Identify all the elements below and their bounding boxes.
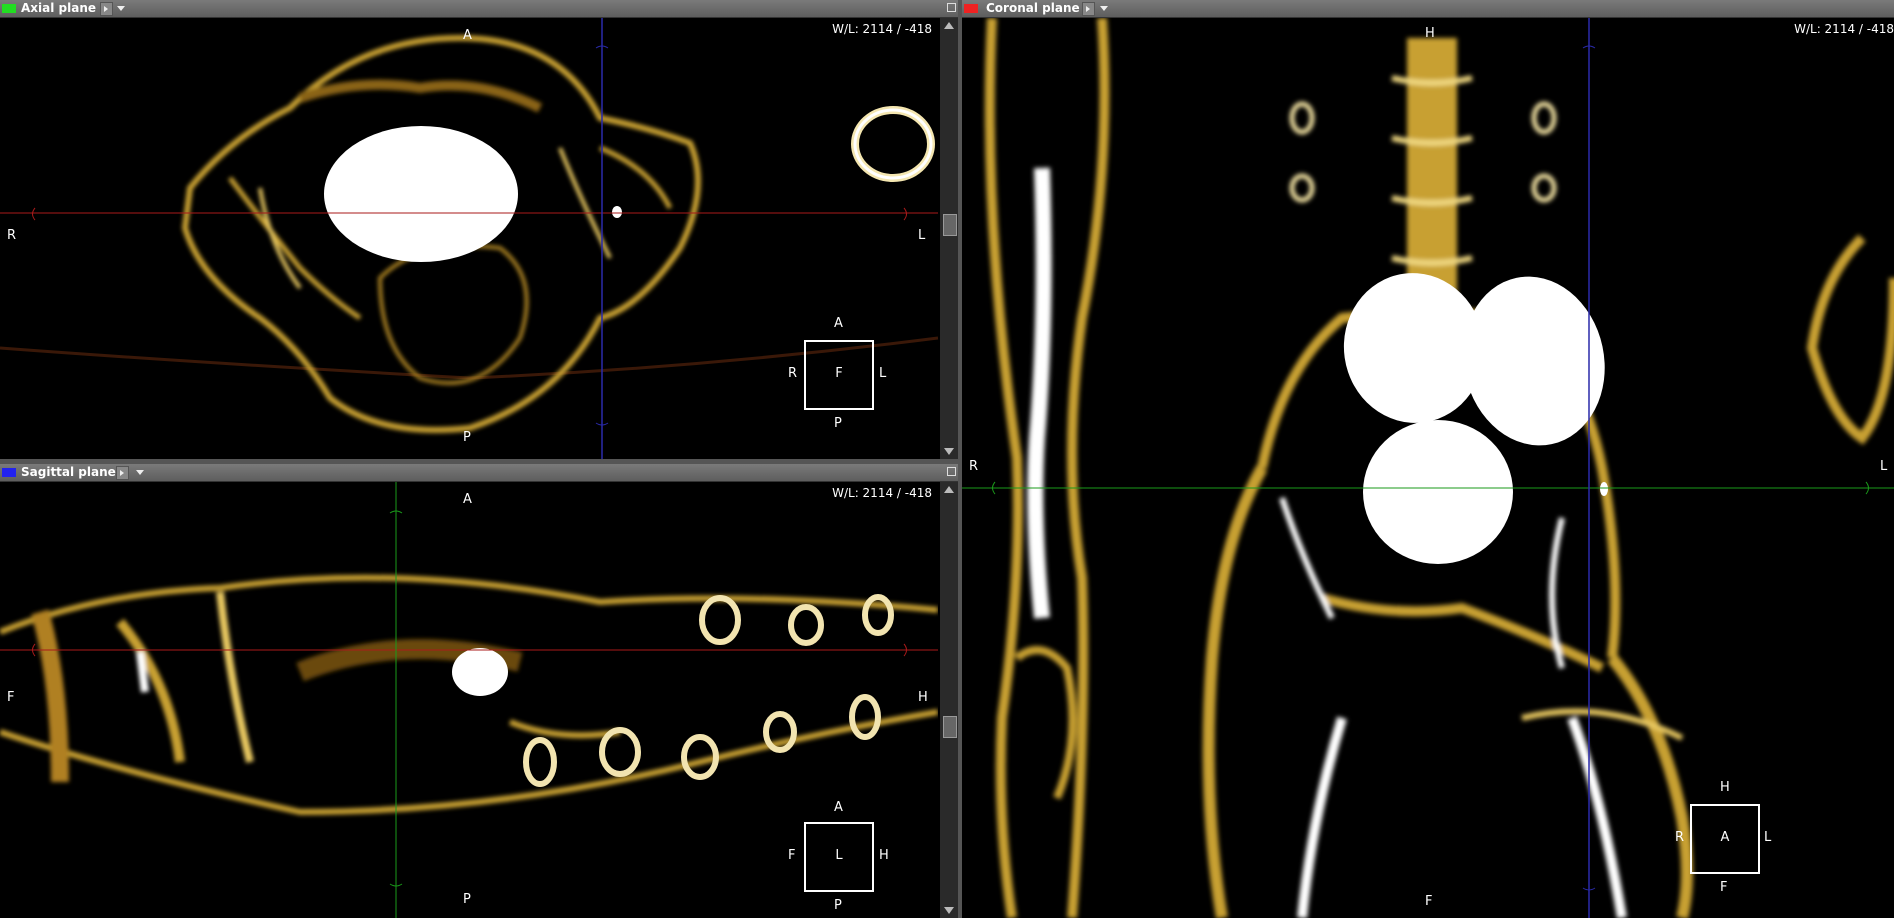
sagittal-window-level: W/L: 2114 / -418 [832, 486, 932, 500]
sagittal-orientation-cube: L [804, 822, 874, 892]
coronal-label-right: L [1880, 459, 1888, 474]
axial-scrollbar[interactable] [940, 18, 958, 459]
sagittal-cube-center: L [835, 848, 843, 863]
axial-image [0, 18, 938, 459]
scroll-down-icon[interactable] [944, 907, 954, 914]
sagittal-titlebar: Sagittal plane [0, 464, 958, 482]
axial-cube-bottom: P [834, 416, 842, 431]
sagittal-title: Sagittal plane [21, 465, 116, 479]
axial-titlebar: Axial plane [0, 0, 958, 18]
axial-title: Axial plane [21, 1, 97, 15]
sagittal-maximize-button[interactable] [947, 467, 956, 476]
coronal-cube-left: R [1675, 830, 1685, 845]
axial-scroll-thumb[interactable] [943, 214, 957, 236]
sagittal-cube-bottom: P [834, 898, 842, 913]
axial-label-top: A [463, 28, 472, 43]
coronal-cube-top: H [1720, 780, 1730, 795]
sagittal-scrollbar[interactable] [940, 482, 958, 918]
axial-play-button[interactable] [100, 2, 113, 16]
axial-orientation-cube: F [804, 340, 874, 410]
sagittal-scroll-thumb[interactable] [943, 716, 957, 738]
axial-maximize-button[interactable] [947, 3, 956, 12]
sagittal-viewport[interactable]: W/L: 2114 / -418 A P F H A L F H P [0, 482, 938, 918]
coronal-cube-center: A [1720, 830, 1730, 845]
coronal-label-left: R [969, 459, 979, 474]
axial-viewport[interactable]: W/L: 2114 / -418 A P R L A F R L P [0, 18, 938, 459]
coronal-cube-bottom: F [1720, 880, 1728, 895]
sagittal-menu-dropdown-icon[interactable] [136, 470, 144, 475]
coronal-titlebar: Coronal plane [962, 0, 1894, 18]
sagittal-label-left: F [7, 690, 15, 705]
axial-color-swatch [2, 4, 16, 13]
pane-divider-horizontal[interactable] [0, 459, 958, 464]
coronal-pane[interactable]: Coronal plane W/L: 2114 / -418 H F R L H… [962, 0, 1894, 918]
coronal-menu-dropdown-icon[interactable] [1100, 6, 1108, 11]
coronal-cube-right: L [1764, 830, 1772, 845]
axial-cube-right: L [879, 366, 887, 381]
axial-window-level: W/L: 2114 / -418 [832, 22, 932, 36]
scroll-up-icon[interactable] [944, 22, 954, 29]
axial-pane[interactable]: Axial plane W/L: 2114 / -418 A P R L A F… [0, 0, 958, 459]
axial-cube-top: A [834, 316, 843, 331]
play-icon [1086, 6, 1090, 12]
coronal-image [962, 18, 1894, 918]
sagittal-label-right: H [918, 690, 928, 705]
axial-label-right: L [918, 228, 926, 243]
axial-label-left: R [7, 228, 17, 243]
sagittal-image [0, 482, 938, 918]
sagittal-label-bottom: P [463, 892, 471, 907]
axial-menu-dropdown-icon[interactable] [117, 6, 125, 11]
scroll-down-icon[interactable] [944, 448, 954, 455]
axial-label-bottom: P [463, 430, 471, 445]
coronal-play-button[interactable] [1082, 2, 1095, 16]
scroll-up-icon[interactable] [944, 486, 954, 493]
sagittal-label-top: A [463, 492, 472, 507]
sagittal-pane[interactable]: Sagittal plane W/L: 2114 / -418 A P F H … [0, 464, 958, 918]
sagittal-play-button[interactable] [116, 466, 129, 480]
coronal-label-top: H [1425, 26, 1435, 41]
coronal-window-level: W/L: 2114 / -418 [1794, 22, 1894, 36]
play-icon [104, 6, 108, 12]
coronal-color-swatch [964, 4, 978, 13]
sagittal-color-swatch [2, 468, 16, 477]
sagittal-cube-top: A [834, 800, 843, 815]
sagittal-cube-right: H [879, 848, 889, 863]
sagittal-cube-left: F [788, 848, 796, 863]
play-icon [120, 470, 124, 476]
axial-cube-left: R [788, 366, 798, 381]
coronal-orientation-cube: A [1690, 804, 1760, 874]
coronal-viewport[interactable]: W/L: 2114 / -418 H F R L H A R L F [962, 18, 1894, 918]
axial-cube-center: F [835, 366, 843, 381]
coronal-label-bottom: F [1425, 894, 1433, 909]
coronal-title: Coronal plane [986, 1, 1080, 15]
